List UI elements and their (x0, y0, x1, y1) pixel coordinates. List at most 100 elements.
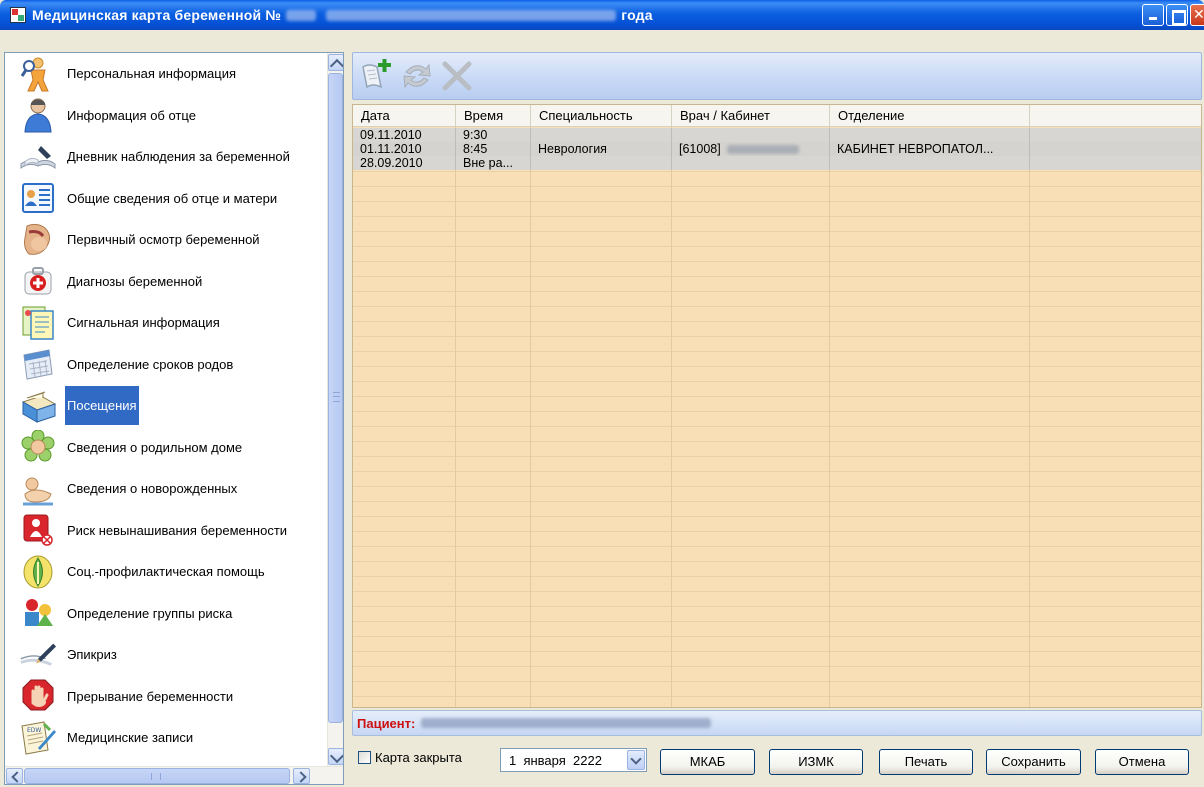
checkbox-box[interactable] (358, 751, 371, 764)
risk-icon (19, 512, 57, 548)
med-records-icon: EDW (19, 720, 57, 756)
column-header-filler (1030, 105, 1201, 127)
column-header[interactable]: Специальность (531, 105, 672, 127)
sidebar-item[interactable]: Риск невынашивания беременности (5, 510, 329, 552)
column-header[interactable]: Отделение (830, 105, 1030, 127)
card-closed-checkbox[interactable]: Карта закрыта (358, 750, 462, 765)
column-header[interactable]: Время (456, 105, 531, 127)
sidebar-item[interactable]: Эпикриз (5, 634, 329, 676)
sidebar-item-label: Посещения (65, 386, 139, 426)
cancel-button[interactable]: Отмена (1095, 749, 1189, 775)
izmk-button[interactable]: ИЗМК (769, 749, 863, 775)
medkit-icon (19, 263, 57, 299)
scroll-right-button[interactable] (293, 768, 310, 784)
cell-date: 28.09.2010 (353, 156, 456, 170)
parents-card-icon (19, 180, 57, 216)
cell-specialty-text: Неврология (538, 142, 607, 156)
sidebar-item[interactable]: Информация об отце (5, 95, 329, 137)
pen-icon (19, 637, 57, 673)
cell-doctor: [61008] (672, 142, 830, 156)
visits-grid: Дата Время Специальность Врач / Кабинет Отде… (352, 104, 1202, 708)
sidebar-item-label: Диагнозы беременной (67, 273, 203, 289)
sidebar-item-label: Медицинские записи (67, 730, 194, 746)
hscroll-thumb[interactable] (24, 768, 290, 784)
cell-time: 9:30 (456, 128, 531, 142)
redacted-card-number (286, 9, 317, 21)
date-dropdown-button[interactable] (627, 750, 645, 770)
sidebar-item[interactable]: Персональная информация (5, 53, 329, 95)
table-row[interactable]: 09.11.2010 9:30 (353, 128, 1201, 142)
scroll-down-button[interactable] (328, 748, 343, 765)
date-value: 1 января 2222 (509, 752, 602, 768)
sidebar-item-label: Сведения о родильном доме (67, 439, 243, 455)
maximize-button[interactable] (1166, 4, 1188, 26)
sidebar-item[interactable]: Соц.-профилактическая помощь (5, 551, 329, 593)
sidebar-item[interactable]: Посещения (5, 385, 329, 427)
stop-hand-icon (19, 678, 57, 714)
app-icon (10, 7, 26, 23)
sidebar-item-label: Дневник наблюдения за беременной (67, 149, 290, 165)
scroll-up-button[interactable] (328, 54, 343, 71)
minimize-button[interactable] (1142, 4, 1164, 26)
cell-specialty (531, 128, 672, 142)
sidebar-item[interactable]: Сведения о родильном доме (5, 427, 329, 469)
add-visit-button[interactable] (359, 58, 395, 94)
add-document-icon (362, 59, 391, 89)
cell-date: 01.11.2010 (353, 142, 456, 156)
print-button[interactable]: Печать (879, 749, 973, 775)
cell-date-text: 01.11.2010 (360, 142, 422, 156)
sidebar-item[interactable]: Дневник наблюдения за беременной (5, 136, 329, 178)
person-info-icon (19, 56, 57, 92)
column-header[interactable]: Дата (353, 105, 456, 127)
sidebar-item-label: Общие сведения об отце и матери (67, 190, 278, 206)
sidebar-item-label: Определение группы риска (67, 605, 233, 621)
sidebar-item[interactable]: Определение группы риска (5, 593, 329, 635)
redacted-doctor-name (726, 145, 799, 155)
table-row[interactable]: 01.11.2010 8:45 Неврология [61008] КАБИНЕТ Н… (353, 142, 1201, 156)
scroll-left-button[interactable] (6, 768, 23, 784)
nav-horizontal-scrollbar[interactable] (5, 766, 343, 784)
window-title-prefix: Медицинская карта беременной № (32, 7, 282, 23)
refresh-button[interactable] (399, 58, 435, 94)
sidebar-item[interactable]: Первичный осмотр беременной (5, 219, 329, 261)
section-nav-list: Персональная информация Информация об отц… (5, 53, 329, 759)
calendar-icon (19, 346, 57, 382)
sidebar-item[interactable]: Прерывание беременности (5, 676, 329, 718)
baby-flower-icon (19, 429, 57, 465)
column-header[interactable]: Врач / Кабинет (672, 105, 830, 127)
sidebar-item-label: Информация об отце (67, 107, 196, 123)
window-title-suffix: года (621, 7, 653, 23)
delete-button[interactable] (439, 58, 475, 94)
diary-icon (19, 139, 57, 175)
sidebar-item[interactable]: Диагнозы беременной (5, 261, 329, 303)
patient-bar: Пациент: (352, 710, 1202, 736)
patient-label: Пациент: (357, 715, 416, 731)
cell-filler (1030, 142, 1201, 156)
sidebar-item[interactable]: Определение сроков родов (5, 344, 329, 386)
scroll-thumb[interactable] (328, 73, 343, 723)
father-icon (19, 97, 57, 133)
action-bar: Карта закрыта 1 января 2222 МКАБ ИЗМК Пе… (352, 745, 1202, 777)
cell-department (830, 128, 1030, 142)
cell-date: 09.11.2010 (353, 128, 456, 142)
signal-info-icon (19, 305, 57, 341)
sidebar-item[interactable]: EDW Медицинские записи (5, 717, 329, 759)
nav-vertical-scrollbar[interactable] (327, 53, 343, 766)
sidebar-item[interactable]: Сведения о новорожденных (5, 468, 329, 510)
mkab-button[interactable]: МКАБ (660, 749, 755, 775)
card-file-icon (19, 388, 57, 424)
sidebar-item-label: Первичный осмотр беременной (67, 232, 260, 248)
sidebar-item[interactable]: Сигнальная информация (5, 302, 329, 344)
sidebar-item-label: Риск невынашивания беременности (67, 522, 288, 538)
cell-doctor-text: [61008] (679, 142, 721, 156)
date-picker[interactable]: 1 января 2222 (500, 748, 647, 772)
save-button[interactable]: Сохранить (986, 749, 1081, 775)
newborn-icon (19, 471, 57, 507)
cell-doctor (672, 128, 830, 142)
sidebar-item[interactable]: Общие сведения об отце и матери (5, 178, 329, 220)
table-row[interactable]: 28.09.2010 Вне ра... (353, 156, 1201, 170)
close-button[interactable] (1190, 4, 1204, 26)
cell-department (830, 156, 1030, 170)
redacted-patient-name (326, 9, 617, 21)
cell-date-text: 28.09.2010 (360, 156, 423, 170)
